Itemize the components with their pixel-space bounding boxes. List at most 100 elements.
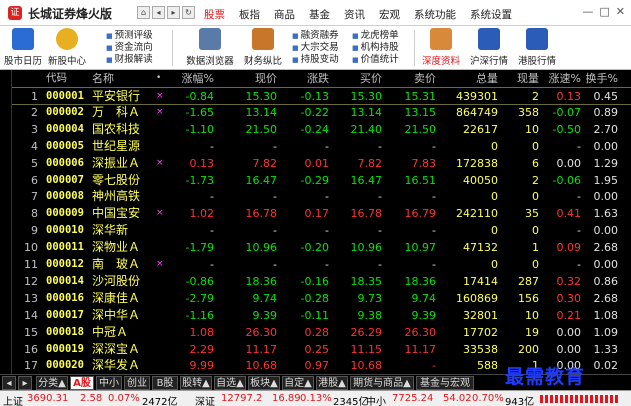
table-row[interactable]: 6 000007 零七股份 -1.73 16.47 -0.29 16.47 16.51 4005… <box>12 172 631 190</box>
header-turnover[interactable]: 换手% <box>578 70 618 87</box>
minimize-icon[interactable]: — <box>582 5 593 18</box>
home-icon[interactable]: ⌂ <box>137 6 150 19</box>
ask-price: 16.51 <box>404 173 437 187</box>
deep-data-button[interactable]: 深度资料 <box>418 28 464 67</box>
table-row[interactable]: 14 000017 深中华Ａ -1.16 9.39 -0.11 9.38 9.39 32801 1… <box>12 307 631 325</box>
financial-compare-button[interactable]: 财务纵比 <box>240 28 286 67</box>
header-ask[interactable]: 卖价 <box>386 70 436 87</box>
menu-system-functions[interactable]: 系统功能 <box>414 7 456 22</box>
menu-stocks[interactable]: 股票 <box>204 7 225 22</box>
row-index: 5 <box>31 156 38 170</box>
holding-change-link[interactable]: 持股变动 <box>292 54 339 66</box>
category-tab[interactable]: B股 <box>152 376 178 390</box>
menu-system-settings[interactable]: 系统设置 <box>470 7 512 22</box>
table-row[interactable]: 1 000001 平安银行 × -0.84 15.30 -0.13 15.30 15.31 439… <box>12 87 631 105</box>
fund-flow-link[interactable]: 资金流向 <box>106 42 153 54</box>
table-row[interactable]: 3 000004 国农科技 -1.10 21.50 -0.24 21.40 21.50 2261… <box>12 121 631 139</box>
tab-scroll-left-icon[interactable]: ◂ <box>2 376 16 390</box>
category-tab[interactable]: 板块▲ <box>248 376 280 390</box>
report-analysis-link[interactable]: 财报解读 <box>106 54 153 66</box>
menu-indices[interactable]: 板指 <box>239 7 260 22</box>
bid-price: 9.38 <box>357 308 383 322</box>
margin-trading-link[interactable]: 融资融券 <box>292 30 339 42</box>
watch-mark: × <box>156 259 164 269</box>
table-row[interactable]: 15 000018 中冠Ａ 1.08 26.30 0.28 26.29 26.30 17702 1… <box>12 324 631 342</box>
menu-commodities[interactable]: 商品 <box>274 7 295 22</box>
ask-price: - <box>432 359 436 373</box>
refresh-icon[interactable]: ↻ <box>182 6 195 19</box>
change-pct: - <box>210 190 214 204</box>
ask-price: - <box>432 258 436 271</box>
sh-index-label: 上证 <box>3 397 23 406</box>
category-tab[interactable]: A股 <box>70 376 94 390</box>
bid-price: 10.96 <box>350 241 383 255</box>
category-tab[interactable]: 期货与商品▲ <box>350 376 414 390</box>
category-tab[interactable]: 自选▲ <box>214 376 246 390</box>
table-row[interactable]: 5 000006 深振业Ａ × 0.13 7.82 0.01 7.82 7.83 172838 6 0… <box>12 155 631 173</box>
stock-code: 000011 <box>46 241 84 254</box>
data-browser-button[interactable]: 数据浏览器 <box>182 28 238 67</box>
category-tab[interactable]: 基金与宏观 <box>416 376 474 390</box>
row-index: 8 <box>31 207 38 221</box>
table-row[interactable]: 10 000011 深物业Ａ -1.79 10.96 -0.20 10.96 10.97 471… <box>12 239 631 257</box>
header-speed[interactable]: 涨速% <box>539 70 581 87</box>
table-row[interactable]: 16 000019 深深宝Ａ 2.29 11.17 0.25 11.15 11.17 33538… <box>12 341 631 359</box>
value-stats-link[interactable]: 价值统计 <box>352 54 399 66</box>
table-row[interactable]: 7 000008 神州高铁 - - - - -0 0-0.00 <box>12 188 631 206</box>
forecast-rating-link[interactable]: 预测评级 <box>106 30 153 42</box>
stock-calendar-button[interactable]: 股市日历 <box>0 28 46 67</box>
table-row[interactable]: 2 000002 万 科Ａ × -1.65 13.14 -0.22 13.14 13.15 864… <box>12 104 631 122</box>
change: - <box>325 258 329 271</box>
category-tab[interactable]: 创业 <box>124 376 150 390</box>
menu-news[interactable]: 资讯 <box>344 7 365 22</box>
change: -0.22 <box>300 105 329 119</box>
change-pct: -1.79 <box>185 241 214 255</box>
table-row[interactable]: 11 000012 南 玻Ａ × - - - - -0 0-0.00 <box>12 256 631 274</box>
sz-index-label: 深证 <box>195 397 215 406</box>
close-icon[interactable]: ✕ <box>616 5 625 18</box>
watch-mark <box>156 172 164 189</box>
block-trade-link[interactable]: 大宗交易 <box>292 42 339 54</box>
table-row[interactable]: 13 000016 深康佳Ａ -2.79 9.74 -0.28 9.73 9.74 160869… <box>12 290 631 308</box>
header-current-volume[interactable]: 现量 <box>499 70 539 87</box>
volume: 588 <box>477 359 498 373</box>
category-tab[interactable]: 自定▲ <box>282 376 314 390</box>
header-volume[interactable]: 总量 <box>440 70 498 87</box>
menu-funds[interactable]: 基金 <box>309 7 330 22</box>
header-price[interactable]: 现价 <box>222 70 277 87</box>
header-change-pct[interactable]: 涨幅% <box>164 70 214 87</box>
row-index: 9 <box>31 224 38 238</box>
table-row[interactable]: 9 000010 深华新 - - - - -0 0-0.00 <box>12 222 631 240</box>
institution-holding-link[interactable]: 机构持股 <box>352 42 399 54</box>
stock-name: 万 科Ａ <box>92 104 141 119</box>
hk-quotes-button[interactable]: 港股行情 <box>514 28 560 67</box>
category-tab[interactable]: 股转▲ <box>180 376 212 390</box>
stock-code: 000008 <box>46 190 84 203</box>
maximize-icon[interactable]: □ <box>599 5 609 18</box>
row-index: 4 <box>31 139 38 153</box>
sh-sz-quotes-button[interactable]: 沪深行情 <box>466 28 512 67</box>
table-row[interactable]: 4 000005 世纪星源 - - - - -0 0-0.00 <box>12 138 631 156</box>
header-mark: • <box>156 73 162 83</box>
category-tab[interactable]: 港股▲ <box>316 376 348 390</box>
header-name[interactable]: 名称 <box>92 70 154 87</box>
change: 0.17 <box>304 207 330 221</box>
back-icon[interactable]: ◂ <box>152 6 165 19</box>
price: 11.17 <box>245 342 278 356</box>
title-bar: 证 长城证券烽火版 ⌂ ◂ ▸ ↻ 股票 板指 商品 基金 资讯 宏观 系统功能… <box>0 0 631 26</box>
category-tab[interactable]: 分类▲ <box>36 376 68 390</box>
bid-price: 18.35 <box>350 274 383 288</box>
dragon-tiger-link[interactable]: 龙虎榜单 <box>352 30 399 42</box>
header-code[interactable]: 代码 <box>46 70 96 87</box>
forward-icon[interactable]: ▸ <box>167 6 180 19</box>
header-change[interactable]: 涨跌 <box>279 70 329 87</box>
table-row[interactable]: 8 000009 中国宝安 × 1.02 16.78 0.17 16.78 16.79 24211… <box>12 205 631 223</box>
tab-scroll-right-icon[interactable]: ▸ <box>18 376 32 390</box>
table-row[interactable]: 12 000014 沙河股份 -0.86 18.36 -0.16 18.35 18.36 174… <box>12 273 631 291</box>
category-tab[interactable]: 中小 <box>96 376 122 390</box>
volume: 0 <box>491 139 498 153</box>
row-index: 13 <box>24 291 38 305</box>
new-stock-center-button[interactable]: 新股中心 <box>44 28 90 67</box>
menu-macro[interactable]: 宏观 <box>379 7 400 22</box>
header-bid[interactable]: 买价 <box>332 70 382 87</box>
